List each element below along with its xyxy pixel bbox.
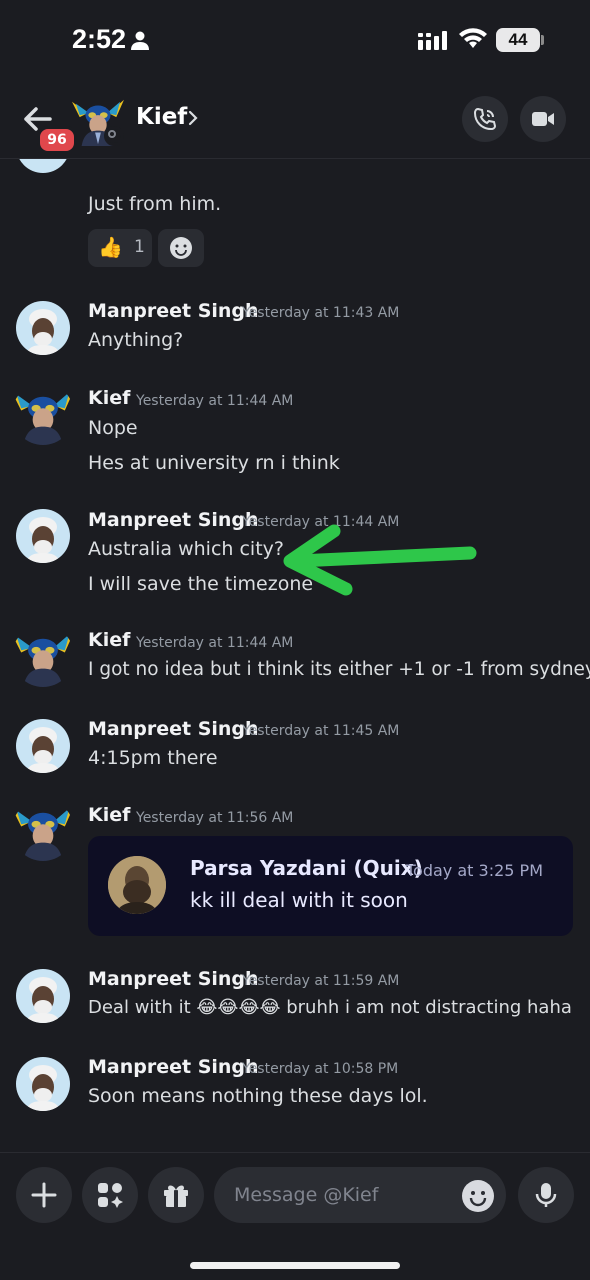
- attach-button[interactable]: [16, 1167, 72, 1223]
- manpreet-avatar[interactable]: [16, 1057, 70, 1111]
- message-text: Nope: [88, 417, 138, 439]
- chat-header: 96 Kief: [0, 80, 590, 159]
- gift-button[interactable]: [148, 1167, 204, 1223]
- manpreet-avatar-image: [26, 1065, 60, 1111]
- author-name[interactable]: Manpreet Singh: [88, 509, 259, 531]
- battery-indicator: 44: [496, 28, 540, 52]
- forwarded-message-card[interactable]: Parsa Yazdani (Quix) Today at 3:25 PM kk…: [88, 836, 573, 936]
- home-indicator[interactable]: [190, 1262, 400, 1269]
- kief-avatar[interactable]: [12, 625, 74, 687]
- add-reaction-button[interactable]: [158, 229, 204, 267]
- apps-button[interactable]: [82, 1167, 138, 1223]
- gift-icon: [164, 1185, 188, 1207]
- microphone-icon: [535, 1183, 557, 1207]
- message-text: 4:15pm there: [88, 747, 218, 769]
- cellular-signal-icon: [418, 31, 447, 50]
- green-arrow-annotation: [283, 524, 477, 596]
- voice-call-button[interactable]: [462, 96, 508, 142]
- status-time: 2:52: [72, 24, 127, 54]
- timestamp: Yesterday at 10:58 PM: [242, 1061, 399, 1077]
- timestamp: Yesterday at 11:45 AM: [242, 723, 400, 739]
- emoji-picker-button[interactable]: [462, 1180, 494, 1212]
- message-text: Just from him.: [88, 193, 222, 215]
- message-list[interactable]: Just from him. 👍 1 Manpreet Singh Yester…: [0, 159, 590, 1149]
- message-text: Deal with it 😂😂😂😂 bruhh i am not distrac…: [88, 997, 572, 1018]
- message-text: Soon means nothing these days lol.: [88, 1085, 428, 1107]
- person-icon: [131, 31, 149, 50]
- message-text: Anything?: [88, 329, 184, 351]
- manpreet-avatar[interactable]: [16, 719, 70, 773]
- conversation-title[interactable]: Kief: [136, 104, 187, 130]
- smiley-icon: [170, 237, 192, 259]
- manpreet-avatar-image: [26, 517, 60, 563]
- reaction-thumbs-up[interactable]: 👍 1: [88, 229, 152, 267]
- message-text: Australia which city?: [88, 538, 284, 560]
- unread-badge: 96: [37, 126, 77, 154]
- reaction-count: 1: [134, 237, 145, 257]
- timestamp: Yesterday at 11:59 AM: [242, 973, 400, 989]
- video-call-button[interactable]: [520, 96, 566, 142]
- chevron-right-icon[interactable]: [186, 108, 200, 128]
- voice-message-button[interactable]: [518, 1167, 574, 1223]
- message-text: I got no idea but i think its either +1 …: [88, 659, 590, 680]
- thumbs-up-icon: 👍: [98, 235, 123, 259]
- timestamp: Yesterday at 11:43 AM: [242, 305, 400, 321]
- kief-avatar[interactable]: [12, 383, 74, 445]
- timestamp: Yesterday at 11:56 AM: [136, 810, 294, 826]
- timestamp: Yesterday at 11:44 AM: [136, 393, 294, 409]
- forward-author[interactable]: Parsa Yazdani (Quix): [190, 856, 423, 880]
- author-name[interactable]: Kief: [88, 387, 130, 409]
- phone-icon: [473, 107, 497, 131]
- smiley-icon: [469, 1191, 487, 1207]
- author-name[interactable]: Kief: [88, 629, 130, 651]
- author-name[interactable]: Manpreet Singh: [88, 1056, 259, 1078]
- kief-avatar[interactable]: [12, 799, 74, 861]
- manpreet-avatar-image: [26, 977, 60, 1023]
- manpreet-avatar[interactable]: [16, 301, 70, 355]
- timestamp: Yesterday at 11:44 AM: [136, 635, 294, 651]
- wifi-icon: [459, 28, 487, 48]
- manpreet-avatar[interactable]: [16, 509, 70, 563]
- video-camera-icon: [532, 112, 554, 126]
- forward-timestamp: Today at 3:25 PM: [406, 861, 543, 880]
- manpreet-avatar-image: [26, 727, 60, 773]
- manpreet-avatar[interactable]: [16, 969, 70, 1023]
- manpreet-avatar[interactable]: [16, 159, 70, 173]
- status-bar: 2:52 44: [0, 0, 590, 80]
- apps-sparkle-icon: [98, 1183, 123, 1208]
- composer-bar: [0, 1152, 590, 1239]
- battery-tip: [541, 35, 544, 45]
- author-name[interactable]: Kief: [88, 804, 130, 826]
- author-name[interactable]: Manpreet Singh: [88, 300, 259, 322]
- parsa-avatar[interactable]: [108, 856, 166, 914]
- plus-icon: [31, 1182, 57, 1208]
- author-name[interactable]: Manpreet Singh: [88, 718, 259, 740]
- parsa-avatar-image: [108, 856, 166, 914]
- forward-text: kk ill deal with it soon: [190, 888, 408, 912]
- offline-status-icon: [104, 126, 124, 146]
- manpreet-avatar-image: [26, 309, 60, 355]
- message-text: Hes at university rn i think: [88, 452, 340, 474]
- author-name[interactable]: Manpreet Singh: [88, 968, 259, 990]
